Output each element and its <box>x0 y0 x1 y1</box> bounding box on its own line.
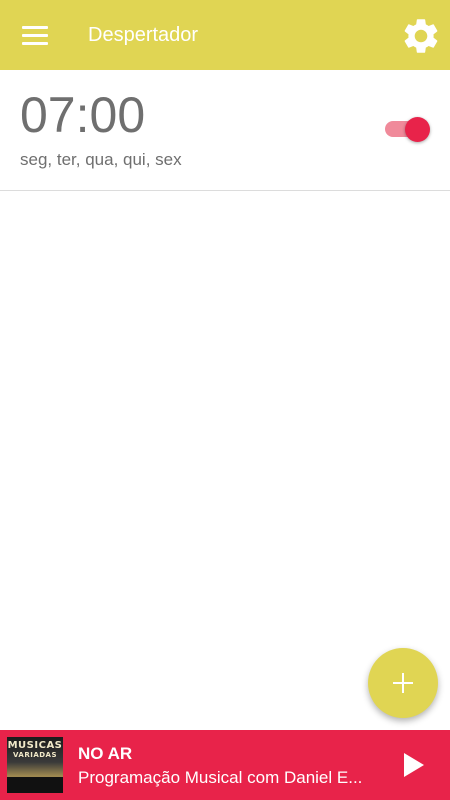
toggle-thumb <box>405 117 430 142</box>
settings-button[interactable] <box>400 15 442 57</box>
radio-player-bar[interactable]: MUSICAS VARIADAS NO AR Programação Music… <box>0 730 450 800</box>
player-track-title: Programação Musical com Daniel E... <box>78 768 363 787</box>
alarm-list-item[interactable]: 07:00 seg, ter, qua, qui, sex <box>0 70 450 191</box>
gear-icon <box>404 19 438 53</box>
cover-text-2: VARIADAS <box>12 751 58 759</box>
menu-button[interactable] <box>14 17 56 55</box>
app-bar: Despertador <box>0 0 450 70</box>
alarm-enabled-toggle[interactable] <box>385 117 431 142</box>
page-title: Despertador <box>88 24 199 46</box>
alarm-days: seg, ter, qua, qui, sex <box>20 150 182 169</box>
play-icon <box>404 753 424 777</box>
album-cover: MUSICAS VARIADAS <box>7 737 63 793</box>
alarm-time: 07:00 <box>20 87 146 143</box>
play-button[interactable] <box>396 748 432 782</box>
player-status: NO AR <box>78 744 133 763</box>
add-alarm-button[interactable] <box>368 648 438 718</box>
